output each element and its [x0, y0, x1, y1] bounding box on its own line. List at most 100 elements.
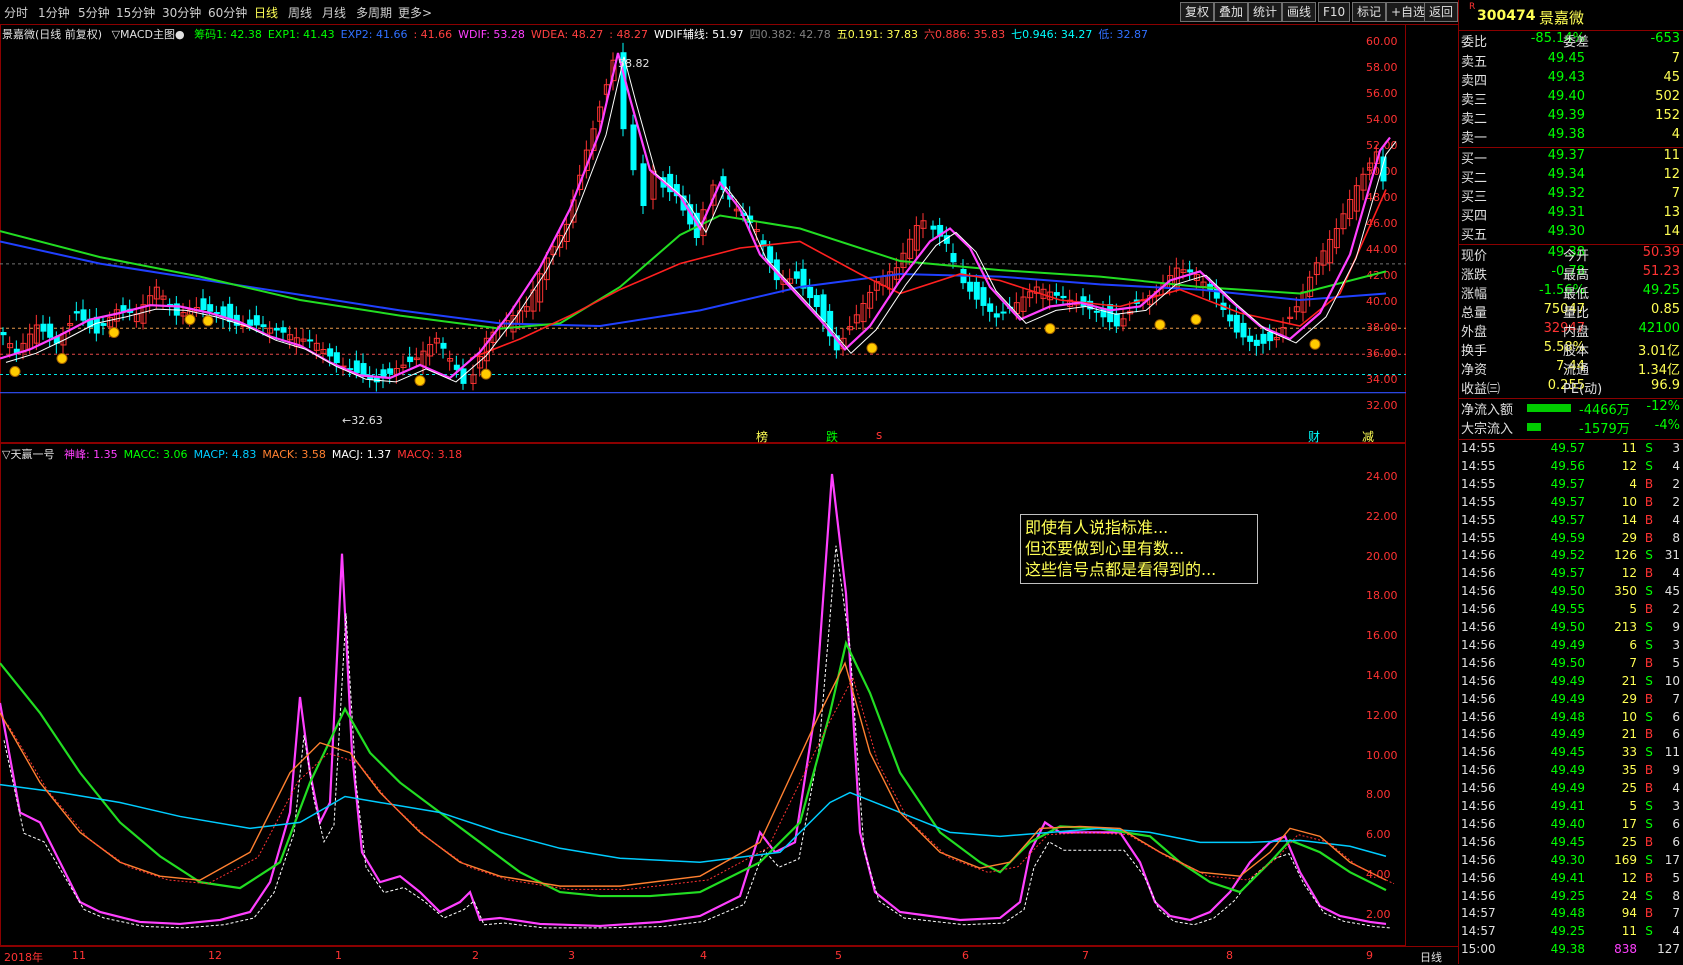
- candle-body: [950, 253, 957, 263]
- tick-row: 15:00 49.38 838 127: [1461, 942, 1680, 957]
- candle-body: [353, 360, 360, 374]
- candle-body: [1267, 331, 1274, 342]
- candle-body: [120, 305, 127, 312]
- candle-body: [360, 363, 367, 377]
- r-badge: R: [1469, 2, 1476, 12]
- stat-row: 总量 75047 量比 0.85: [1461, 302, 1680, 321]
- tick-row: 14:56 49.49 29 B 7: [1461, 691, 1680, 706]
- date-label: 7: [1082, 949, 1089, 962]
- chart-canvas: [0, 42, 1406, 929]
- ask-row: 卖一 49.38 4: [1461, 127, 1680, 146]
- candle-body: [333, 352, 340, 364]
- tick-row: 14:56 49.49 6 S 3: [1461, 637, 1680, 652]
- candle-body: [807, 286, 814, 299]
- tick-row: 14:56 49.50 213 S 9: [1461, 620, 1680, 634]
- candle-body: [407, 356, 414, 363]
- stat-row: 净资 7.44 流通 1.34亿: [1461, 359, 1680, 378]
- period-indicator: 日线: [1420, 951, 1442, 964]
- back-button[interactable]: 返回: [1424, 2, 1458, 22]
- buy-signal-dot: [866, 342, 878, 354]
- candle-body: [813, 295, 820, 307]
- stat-row: 涨幅 -1.56% 最低 49.25: [1461, 283, 1680, 302]
- candle-body: [460, 368, 467, 384]
- candle-body: [1113, 313, 1120, 327]
- tick-row: 14:56 49.40 17 S 6: [1461, 816, 1680, 831]
- tick-row: 14:56 49.45 25 B 6: [1461, 834, 1680, 849]
- date-axis: 2018年 11 12 1 2 3 4 5 6 7 8 9 日线: [0, 946, 1458, 965]
- ask-row: 卖五 49.45 7: [1461, 51, 1680, 70]
- candle-body: [453, 364, 460, 370]
- candle-body: [1240, 322, 1247, 338]
- candle-body: [1247, 335, 1254, 342]
- candle-body: [1187, 269, 1194, 273]
- tick-row: 14:55 49.57 14 B 4: [1461, 512, 1680, 527]
- macp-line: [0, 783, 1387, 863]
- candle-body: [973, 281, 980, 300]
- date-label: 3: [568, 949, 575, 962]
- tick-row: 14:55 49.59 29 B 8: [1461, 530, 1680, 545]
- tick-row: 14:55 49.57 4 B 2: [1461, 476, 1680, 491]
- candle-body: [260, 324, 267, 328]
- event-flag-drop[interactable]: 跌: [826, 428, 838, 445]
- tick-row: 14:56 49.49 21 B 6: [1461, 727, 1680, 742]
- candle-body: [1253, 339, 1260, 346]
- date-label: 4: [700, 949, 707, 962]
- date-label: 12: [208, 949, 222, 962]
- stat-row: 现价 49.38 今开 50.39: [1461, 245, 1680, 264]
- bid-row: 买三 49.32 7: [1461, 186, 1680, 205]
- tick-row: 14:56 49.52 126 S 31: [1461, 548, 1680, 563]
- candle-body: [820, 294, 827, 322]
- candle-body: [273, 327, 280, 331]
- candle-body: [327, 348, 334, 357]
- tick-row: 14:55 49.57 10 B 2: [1461, 494, 1680, 509]
- tick-row: 14:56 49.57 12 B 4: [1461, 566, 1680, 581]
- stat-row: 收益㈢ 0.255 PE(动) 96.9: [1461, 378, 1680, 397]
- candle-body: [253, 315, 260, 326]
- tick-row: 14:56 49.55 5 B 2: [1461, 602, 1680, 617]
- event-flag-s[interactable]: s: [876, 428, 882, 442]
- candle-body: [630, 124, 637, 171]
- buy-signal-dot: [9, 366, 21, 377]
- tick-row: 14:56 49.50 7 B 5: [1461, 655, 1680, 670]
- buy-signal-dot: [108, 327, 120, 338]
- tick-row: 14:57 49.48 94 B 7: [1461, 906, 1680, 921]
- candle-body: [793, 271, 800, 279]
- tick-row: 14:56 49.25 24 S 8: [1461, 888, 1680, 903]
- candle-body: [93, 316, 100, 334]
- candle-body: [1053, 292, 1060, 296]
- tick-row: 14:56 49.41 5 S 3: [1461, 799, 1680, 813]
- event-flag-finance[interactable]: 财: [1308, 428, 1320, 445]
- candle-body: [987, 303, 994, 312]
- tick-row: 14:56 49.50 350 S 45: [1461, 584, 1680, 599]
- tick-row: 14:56 49.49 25 B 4: [1461, 781, 1680, 796]
- candle-body: [993, 313, 1000, 318]
- bid-row: 买四 49.31 13: [1461, 205, 1680, 224]
- date-label: 9: [1366, 949, 1373, 962]
- buy-signal-dot: [1154, 319, 1166, 331]
- event-flag-reduce[interactable]: 减: [1362, 428, 1374, 445]
- candle-body: [47, 323, 54, 338]
- note-line-3: 这些信号点都是看得到的...: [1025, 560, 1217, 579]
- candle-body: [100, 323, 107, 326]
- event-flag-list[interactable]: 榜: [756, 428, 768, 445]
- candle-body: [967, 281, 974, 292]
- macc-line: [0, 639, 1387, 898]
- date-label: 11: [72, 949, 86, 962]
- flow-bar: [1527, 404, 1571, 412]
- ask-row: 卖四 49.43 45: [1461, 70, 1680, 89]
- tick-row: 14:56 49.45 33 S 11: [1461, 745, 1680, 760]
- date-label: 2018年: [4, 951, 43, 964]
- candle-body: [930, 225, 937, 230]
- tick-row: 14:55 49.57 11 S 3: [1461, 441, 1680, 455]
- quote-panel: R 300474 景嘉微 委比 -85.14% 委差 -653 卖五 49.45 7…: [1458, 0, 1683, 964]
- candle-body: [1260, 333, 1267, 344]
- mack-line: [0, 661, 1387, 887]
- money-flow-row: 净流入额 -4466万 -12%: [1461, 399, 1680, 418]
- stat-row: 涨跌 -0.78 最高 51.23: [1461, 264, 1680, 283]
- date-label: 6: [962, 949, 969, 962]
- candle-body: [80, 309, 87, 321]
- buy-signal-dot: [1190, 314, 1202, 325]
- candle-body: [73, 311, 80, 314]
- macj-line: [3, 545, 1391, 929]
- candle-body: [307, 339, 314, 342]
